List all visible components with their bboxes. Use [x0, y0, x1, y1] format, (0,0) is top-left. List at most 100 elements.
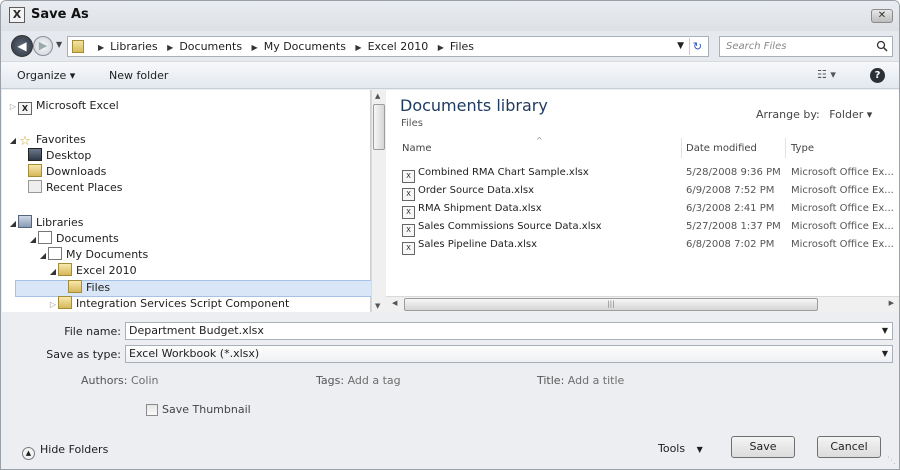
sort-ascending-icon: ^ — [536, 136, 543, 145]
tree-item-downloads[interactable]: Downloads — [28, 164, 106, 180]
column-header-type[interactable]: Type — [791, 141, 814, 157]
breadcrumb-files[interactable]: Files — [450, 40, 474, 53]
save-as-type-select[interactable]: Excel Workbook (*.xlsx) ▼ — [125, 345, 893, 363]
breadcrumb-excel-2010[interactable]: Excel 2010 — [368, 40, 429, 53]
title-bar: X Save As ✕ — [1, 1, 899, 31]
file-name-label: File name: — [64, 325, 121, 338]
chevron-right-icon: ▶ — [251, 43, 258, 52]
scroll-right-icon[interactable]: ▶ — [889, 299, 894, 307]
column-header-date[interactable]: Date modified — [686, 141, 757, 157]
tools-button[interactable]: Tools ▼ — [658, 442, 703, 455]
expand-icon[interactable]: ▷ — [8, 99, 18, 115]
scroll-up-icon[interactable]: ▲ — [375, 92, 380, 100]
recent-places-icon — [28, 180, 42, 193]
chevron-right-icon: ▶ — [98, 43, 105, 52]
scroll-down-icon[interactable]: ▼ — [375, 302, 380, 310]
save-button[interactable]: Save — [731, 436, 795, 458]
file-list-pane: Documents library Files Arrange by: Fold… — [386, 90, 899, 312]
collapse-icon[interactable]: ◢ — [38, 248, 48, 264]
search-icon — [876, 40, 888, 52]
folder-icon — [58, 263, 72, 276]
collapse-icon[interactable]: ◢ — [8, 216, 18, 232]
save-as-type-label: Save as type: — [46, 348, 121, 361]
save-thumbnail-label: Save Thumbnail — [162, 403, 251, 416]
new-folder-button[interactable]: New folder — [109, 69, 168, 82]
library-subtitle: Files — [401, 118, 423, 129]
chevron-right-icon: ▶ — [167, 43, 174, 52]
arrange-by-label: Arrange by: — [756, 108, 820, 121]
file-list-horizontal-scrollbar[interactable]: ◀ ||| ▶ — [386, 296, 899, 312]
file-row[interactable]: X Combined RMA Chart Sample.xlsx 5/28/200… — [396, 164, 896, 183]
excel-file-icon: X — [402, 242, 415, 255]
collapse-icon[interactable]: ◢ — [28, 232, 38, 248]
scrollbar-thumb[interactable] — [373, 104, 385, 150]
navigation-pane: ▷ X Microsoft Excel ◢ ☆ Favorites Desktop Do… — [2, 90, 372, 312]
resize-grip-icon[interactable]: ⋱ — [887, 456, 896, 466]
navigation-pane-scrollbar[interactable]: ▲ ▼ — [371, 90, 385, 312]
forward-button[interactable]: ▶ — [33, 36, 53, 56]
refresh-icon[interactable]: ↻ — [689, 38, 705, 55]
address-bar[interactable]: ▶ Libraries ▶ Documents ▶ My Documents ▶ Exc… — [67, 36, 709, 57]
tree-item-desktop[interactable]: Desktop — [28, 148, 91, 164]
breadcrumb-my-documents[interactable]: My Documents — [264, 40, 346, 53]
desktop-icon — [28, 148, 42, 161]
tree-item-microsoft-excel[interactable]: ▷ X Microsoft Excel — [8, 98, 119, 115]
file-row[interactable]: X RMA Shipment Data.xlsx 6/3/2008 2:41 PM… — [396, 200, 896, 219]
tree-item-integration-services[interactable]: ▷ Integration Services Script Component — [48, 296, 289, 312]
column-divider[interactable] — [681, 138, 682, 158]
scroll-left-icon[interactable]: ◀ — [392, 299, 397, 307]
save-thumbnail-checkbox[interactable] — [146, 404, 158, 416]
tree-item-files[interactable]: Files — [68, 280, 110, 296]
chevron-right-icon: ▶ — [355, 43, 362, 52]
excel-icon: X — [18, 102, 32, 115]
arrange-by-dropdown[interactable]: Folder ▾ — [829, 108, 872, 121]
tree-item-recent-places[interactable]: Recent Places — [28, 180, 123, 196]
arrange-by: Arrange by: Folder ▾ — [756, 108, 872, 121]
chevron-down-icon[interactable]: ▼ — [882, 346, 888, 362]
file-name-field[interactable]: Department Budget.xlsx ▼ — [125, 322, 893, 340]
downloads-folder-icon — [28, 164, 42, 177]
tree-item-libraries[interactable]: ◢ Libraries — [8, 215, 84, 231]
chevron-up-icon: ▲ — [22, 447, 35, 460]
command-toolbar: Organize ▾ New folder ☷ ▾ ? — [1, 61, 899, 89]
address-dropdown-icon[interactable]: ▼ — [677, 41, 684, 51]
tree-item-documents[interactable]: ◢ Documents — [28, 231, 119, 247]
search-input[interactable]: Search Files — [719, 36, 893, 57]
chevron-down-icon: ▼ — [696, 445, 703, 454]
tags-metadata: Tags: Add a tag — [316, 374, 401, 387]
breadcrumb-documents[interactable]: Documents — [179, 40, 242, 53]
collapse-icon[interactable]: ◢ — [48, 264, 58, 280]
organize-button[interactable]: Organize ▾ — [17, 69, 75, 82]
tags-value[interactable]: Add a tag — [348, 374, 401, 387]
column-header-name[interactable]: Name — [402, 141, 432, 157]
close-button[interactable]: ✕ — [871, 9, 893, 23]
column-divider[interactable] — [785, 138, 786, 158]
authors-label: Authors: — [81, 374, 128, 387]
recent-pages-dropdown[interactable]: ▼ — [56, 40, 62, 49]
hide-folders-button[interactable]: ▲ Hide Folders — [22, 443, 108, 460]
title-metadata: Title: Add a title — [537, 374, 624, 387]
chevron-down-icon[interactable]: ▼ — [882, 323, 888, 339]
help-icon[interactable]: ? — [870, 68, 885, 83]
search-placeholder: Search Files — [726, 41, 787, 52]
tree-item-my-documents[interactable]: ◢ My Documents — [38, 247, 148, 263]
change-view-button[interactable]: ☷ ▾ — [817, 68, 836, 81]
breadcrumb-libraries[interactable]: Libraries — [110, 40, 158, 53]
dialog-title: Save As — [31, 7, 89, 22]
file-row[interactable]: X Order Source Data.xlsx 6/9/2008 7:52 PM… — [396, 182, 896, 201]
title-value[interactable]: Add a title — [568, 374, 625, 387]
back-button[interactable]: ◀ — [11, 35, 33, 57]
authors-value[interactable]: Colin — [131, 374, 159, 387]
title-label: Title: — [537, 374, 565, 387]
cancel-button[interactable]: Cancel — [817, 436, 881, 458]
file-row[interactable]: X Sales Commissions Source Data.xlsx 5/27… — [396, 218, 896, 237]
file-row[interactable]: X Sales Pipeline Data.xlsx 6/8/2008 7:02 … — [396, 236, 896, 255]
folder-icon — [58, 296, 72, 309]
scrollbar-thumb[interactable]: ||| — [404, 298, 818, 311]
expand-icon[interactable]: ▷ — [48, 297, 58, 313]
tree-item-excel-2010[interactable]: ◢ Excel 2010 — [48, 263, 137, 279]
documents-icon — [38, 231, 52, 244]
tree-item-favorites[interactable]: ◢ ☆ Favorites — [8, 132, 86, 148]
collapse-icon[interactable]: ◢ — [8, 133, 18, 149]
breadcrumb: ▶ Libraries ▶ Documents ▶ My Documents ▶ Exc… — [92, 40, 474, 53]
